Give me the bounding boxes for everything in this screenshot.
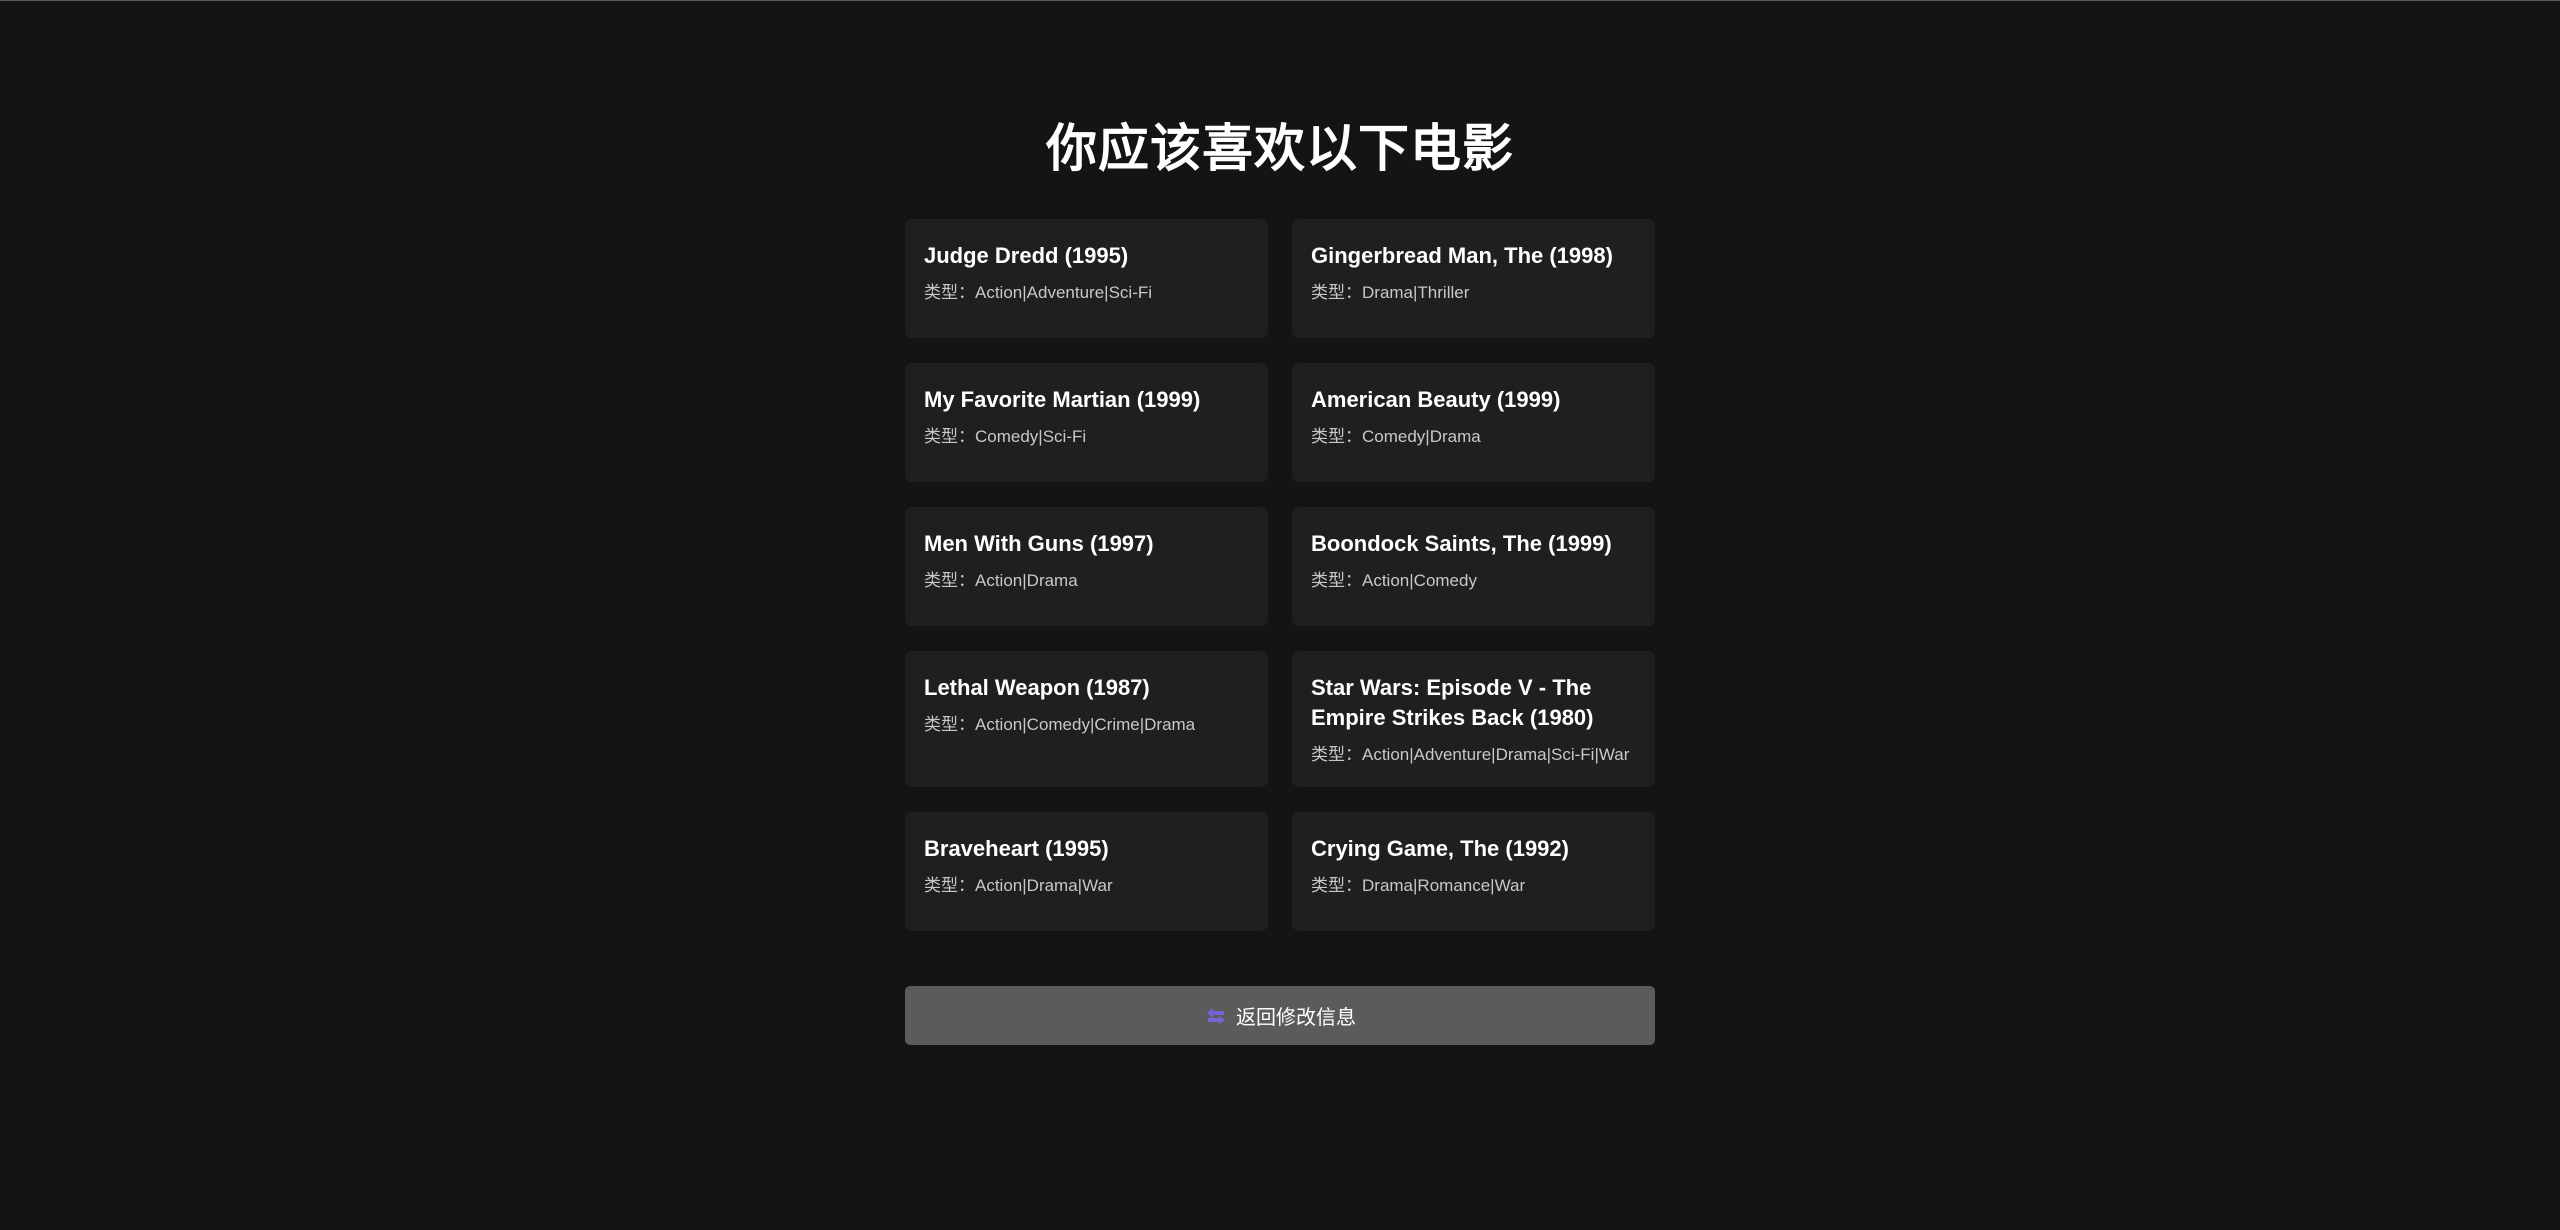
back-button-label: 返回修改信息 — [1236, 1005, 1356, 1029]
genre-prefix: 类型： — [1311, 876, 1362, 895]
genre-prefix: 类型： — [924, 571, 975, 590]
genre-list: Action|Drama — [975, 571, 1078, 590]
movie-genres: 类型：Drama|Thriller — [1311, 281, 1636, 305]
genre-prefix: 类型： — [1311, 427, 1362, 446]
movie-card: Crying Game, The (1992) 类型：Drama|Romance… — [1292, 812, 1655, 931]
genre-list: Drama|Thriller — [1362, 283, 1470, 302]
genre-prefix: 类型： — [924, 283, 975, 302]
movie-title: Braveheart (1995) — [924, 836, 1109, 861]
movie-genres: 类型：Action|Drama — [924, 569, 1249, 593]
movie-genres: 类型：Comedy|Sci-Fi — [924, 425, 1249, 449]
movie-title: Judge Dredd (1995) — [924, 243, 1129, 268]
movie-card: Gingerbread Man, The (1998) 类型：Drama|Thr… — [1292, 219, 1655, 338]
genre-prefix: 类型： — [924, 876, 975, 895]
movie-title: Star Wars: Episode V - The Empire Strike… — [1311, 675, 1594, 730]
movie-genres: 类型：Comedy|Drama — [1311, 425, 1636, 449]
movie-title: Crying Game, The (1992) — [1311, 836, 1569, 861]
genre-list: Action|Comedy — [1362, 571, 1477, 590]
genre-list: Action|Adventure|Sci-Fi — [975, 283, 1153, 302]
back-to-edit-button[interactable]: 返回修改信息 — [905, 986, 1655, 1045]
movie-title: Men With Guns (1997) — [924, 531, 1154, 556]
genre-list: Action|Adventure|Drama|Sci-Fi|War — [1362, 745, 1630, 764]
movie-genres: 类型：Action|Comedy — [1311, 569, 1636, 593]
movie-card: Lethal Weapon (1987) 类型：Action|Comedy|Cr… — [905, 651, 1268, 787]
page-title: 你应该喜欢以下电影 — [1045, 120, 1514, 179]
genre-prefix: 类型： — [924, 715, 975, 734]
movie-title: My Favorite Martian (1999) — [924, 387, 1201, 412]
movie-card: My Favorite Martian (1999) 类型：Comedy|Sci… — [905, 363, 1268, 482]
movie-title: American Beauty (1999) — [1311, 387, 1561, 412]
movie-genres: 类型：Drama|Romance|War — [1311, 874, 1636, 898]
movie-grid: Judge Dredd (1995) 类型：Action|Adventure|S… — [905, 219, 1655, 931]
genre-prefix: 类型： — [1311, 745, 1362, 764]
movie-card: American Beauty (1999) 类型：Comedy|Drama — [1292, 363, 1655, 482]
movie-genres: 类型：Action|Adventure|Sci-Fi — [924, 281, 1249, 305]
genre-prefix: 类型： — [1311, 571, 1362, 590]
top-border — [0, 0, 2560, 1]
genre-list: Action|Drama|War — [975, 876, 1113, 895]
genre-list: Comedy|Sci-Fi — [975, 427, 1087, 446]
movie-card: Men With Guns (1997) 类型：Action|Drama — [905, 507, 1268, 626]
genre-list: Action|Comedy|Crime|Drama — [975, 715, 1196, 734]
back-arrow-icon — [1204, 1004, 1228, 1028]
movie-card: Braveheart (1995) 类型：Action|Drama|War — [905, 812, 1268, 931]
movie-genres: 类型：Action|Drama|War — [924, 874, 1249, 898]
movie-title: Lethal Weapon (1987) — [924, 675, 1150, 700]
movie-card: Star Wars: Episode V - The Empire Strike… — [1292, 651, 1655, 787]
movie-genres: 类型：Action|Comedy|Crime|Drama — [924, 713, 1249, 737]
movie-title: Boondock Saints, The (1999) — [1311, 531, 1612, 556]
movie-card: Judge Dredd (1995) 类型：Action|Adventure|S… — [905, 219, 1268, 338]
genre-list: Drama|Romance|War — [1362, 876, 1526, 895]
genre-list: Comedy|Drama — [1362, 427, 1481, 446]
movie-genres: 类型：Action|Adventure|Drama|Sci-Fi|War — [1311, 743, 1636, 767]
movie-title: Gingerbread Man, The (1998) — [1311, 243, 1613, 268]
genre-prefix: 类型： — [1311, 283, 1362, 302]
genre-prefix: 类型： — [924, 427, 975, 446]
movie-card: Boondock Saints, The (1999) 类型：Action|Co… — [1292, 507, 1655, 626]
